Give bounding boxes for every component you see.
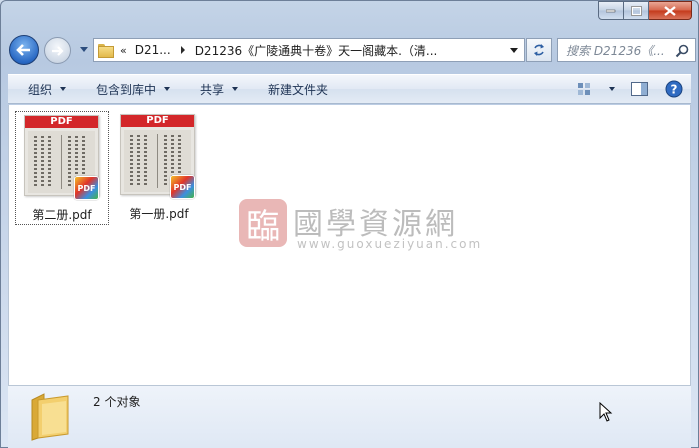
- pdf-app-icon: PDF: [170, 175, 195, 199]
- organize-label: 组织: [28, 82, 53, 97]
- minimize-icon: [606, 9, 616, 12]
- file-name: 第一册.pdf: [129, 207, 189, 221]
- svg-text:?: ?: [671, 83, 678, 97]
- watermark: 臨 國學資源網 www.guoxueziyuan.com: [239, 199, 480, 257]
- back-arrow-icon: [16, 44, 30, 56]
- recent-pages-dropdown[interactable]: [80, 47, 88, 52]
- search-icon[interactable]: [675, 44, 689, 58]
- chevron-down-icon: [164, 87, 171, 91]
- chevron-down-icon: [60, 87, 67, 91]
- share-menu[interactable]: 共享: [180, 75, 248, 103]
- address-bar[interactable]: « D21... D21236《广陵通典十卷》天一阁藏本.（清...: [93, 38, 525, 62]
- new-folder-label: 新建文件夹: [268, 82, 329, 97]
- help-button[interactable]: ?: [657, 75, 691, 103]
- file-item[interactable]: PDF PDF 第二册.pdf: [15, 111, 109, 225]
- command-bar: 组织 包含到库中 共享 新建文件夹 ?: [8, 74, 691, 104]
- watermark-url: www.guoxueziyuan.com: [297, 237, 483, 251]
- forward-arrow-icon: [51, 45, 64, 56]
- item-count: 2 个对象: [93, 395, 141, 409]
- mouse-cursor-icon: [599, 402, 613, 422]
- maximize-button[interactable]: [624, 1, 649, 20]
- watermark-seal-logo: 臨: [239, 199, 287, 247]
- share-label: 共享: [200, 82, 225, 97]
- back-button[interactable]: [9, 35, 39, 65]
- organize-menu[interactable]: 组织: [8, 75, 76, 103]
- refresh-button[interactable]: [526, 38, 552, 62]
- pdf-thumb-header: PDF: [25, 116, 98, 128]
- breadcrumb-overflow[interactable]: «: [112, 39, 131, 61]
- view-options-dropdown[interactable]: [601, 75, 623, 103]
- refresh-icon: [534, 44, 544, 56]
- details-pane: 2 个对象: [8, 385, 691, 448]
- new-folder-button[interactable]: 新建文件夹: [248, 75, 338, 103]
- help-icon: ?: [665, 80, 683, 98]
- pdf-app-icon: PDF: [74, 176, 99, 200]
- breadcrumb-item-current[interactable]: D21236《广陵通典十卷》天一阁藏本.（清...: [191, 39, 442, 61]
- breadcrumb-separator-icon[interactable]: [180, 46, 185, 54]
- close-button[interactable]: [649, 1, 692, 20]
- toolbar-right: ?: [569, 75, 691, 103]
- preview-pane-icon: [631, 82, 648, 96]
- change-view-button[interactable]: [569, 75, 601, 103]
- pdf-thumb-header: PDF: [121, 115, 194, 127]
- breadcrumb-item[interactable]: D21...: [131, 39, 175, 61]
- include-in-library-menu[interactable]: 包含到库中: [76, 75, 180, 103]
- close-icon: [664, 5, 676, 16]
- preview-pane-button[interactable]: [623, 75, 657, 103]
- file-item[interactable]: PDF PDF 第一册.pdf: [112, 111, 206, 225]
- folder-icon: [31, 393, 69, 441]
- caption-buttons: [598, 1, 692, 20]
- chevron-down-icon: [232, 87, 239, 91]
- chevron-down-icon: [609, 87, 615, 91]
- search-placeholder: 搜索 D21236《...: [566, 43, 665, 58]
- folder-icon: [98, 44, 114, 58]
- forward-button[interactable]: [44, 37, 71, 64]
- search-input[interactable]: 搜索 D21236《...: [557, 38, 696, 62]
- explorer-window: « D21... D21236《广陵通典十卷》天一阁藏本.（清... 搜索 D2…: [0, 0, 699, 448]
- file-name: 第二册.pdf: [32, 208, 92, 222]
- view-grid-icon: [578, 83, 590, 95]
- include-library-label: 包含到库中: [96, 82, 157, 97]
- file-list[interactable]: PDF PDF 第二册.pdf PDF PDF 第一册.pdf 臨 國學資源網 …: [8, 105, 691, 385]
- address-dropdown[interactable]: [510, 48, 518, 53]
- minimize-button[interactable]: [598, 1, 624, 20]
- navigation-bar: « D21... D21236《广陵通典十卷》天一阁藏本.（清... 搜索 D2…: [7, 33, 696, 67]
- maximize-icon: [630, 5, 642, 16]
